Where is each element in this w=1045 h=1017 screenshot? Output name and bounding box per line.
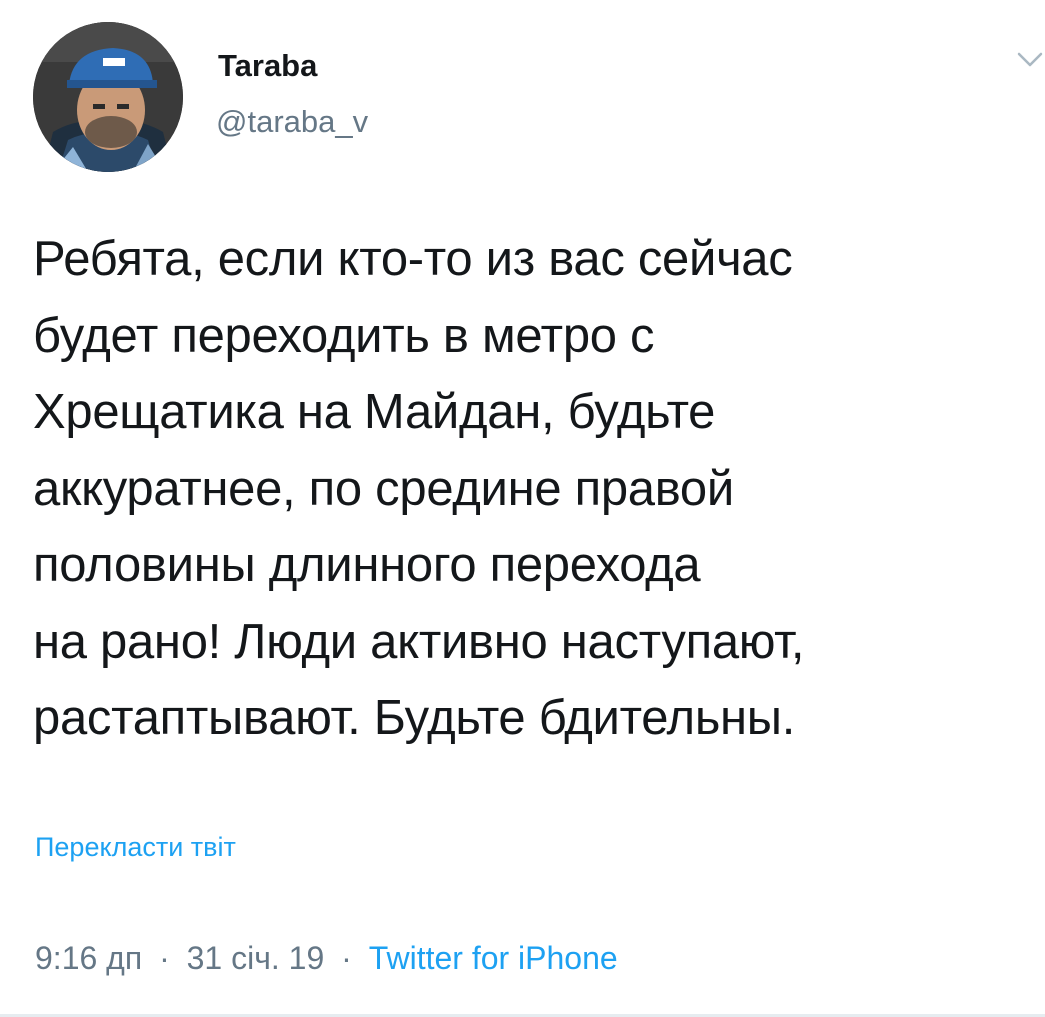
chevron-down-icon[interactable] (1015, 44, 1045, 74)
tweet-metadata: 9:16 дп · 31 січ. 19 · Twitter for iPhon… (35, 940, 618, 977)
tweet-time: 9:16 дп (35, 940, 143, 976)
translate-tweet-link[interactable]: Перекласти твіт (35, 832, 236, 863)
separator: · (341, 940, 352, 976)
tweet-text: Ребята, если кто-то из вас сейчас будет … (33, 232, 805, 745)
tweet-source-link[interactable]: Twitter for iPhone (369, 940, 618, 976)
display-name[interactable]: Taraba (218, 48, 317, 84)
separator: · (159, 940, 170, 976)
tweet-card: Taraba @taraba_v Ребята, если кто-то из … (0, 0, 1045, 1017)
profile-photo (33, 22, 183, 172)
avatar[interactable] (33, 22, 183, 172)
user-handle[interactable]: @taraba_v (216, 104, 368, 140)
tweet-date: 31 січ. 19 (186, 940, 325, 976)
